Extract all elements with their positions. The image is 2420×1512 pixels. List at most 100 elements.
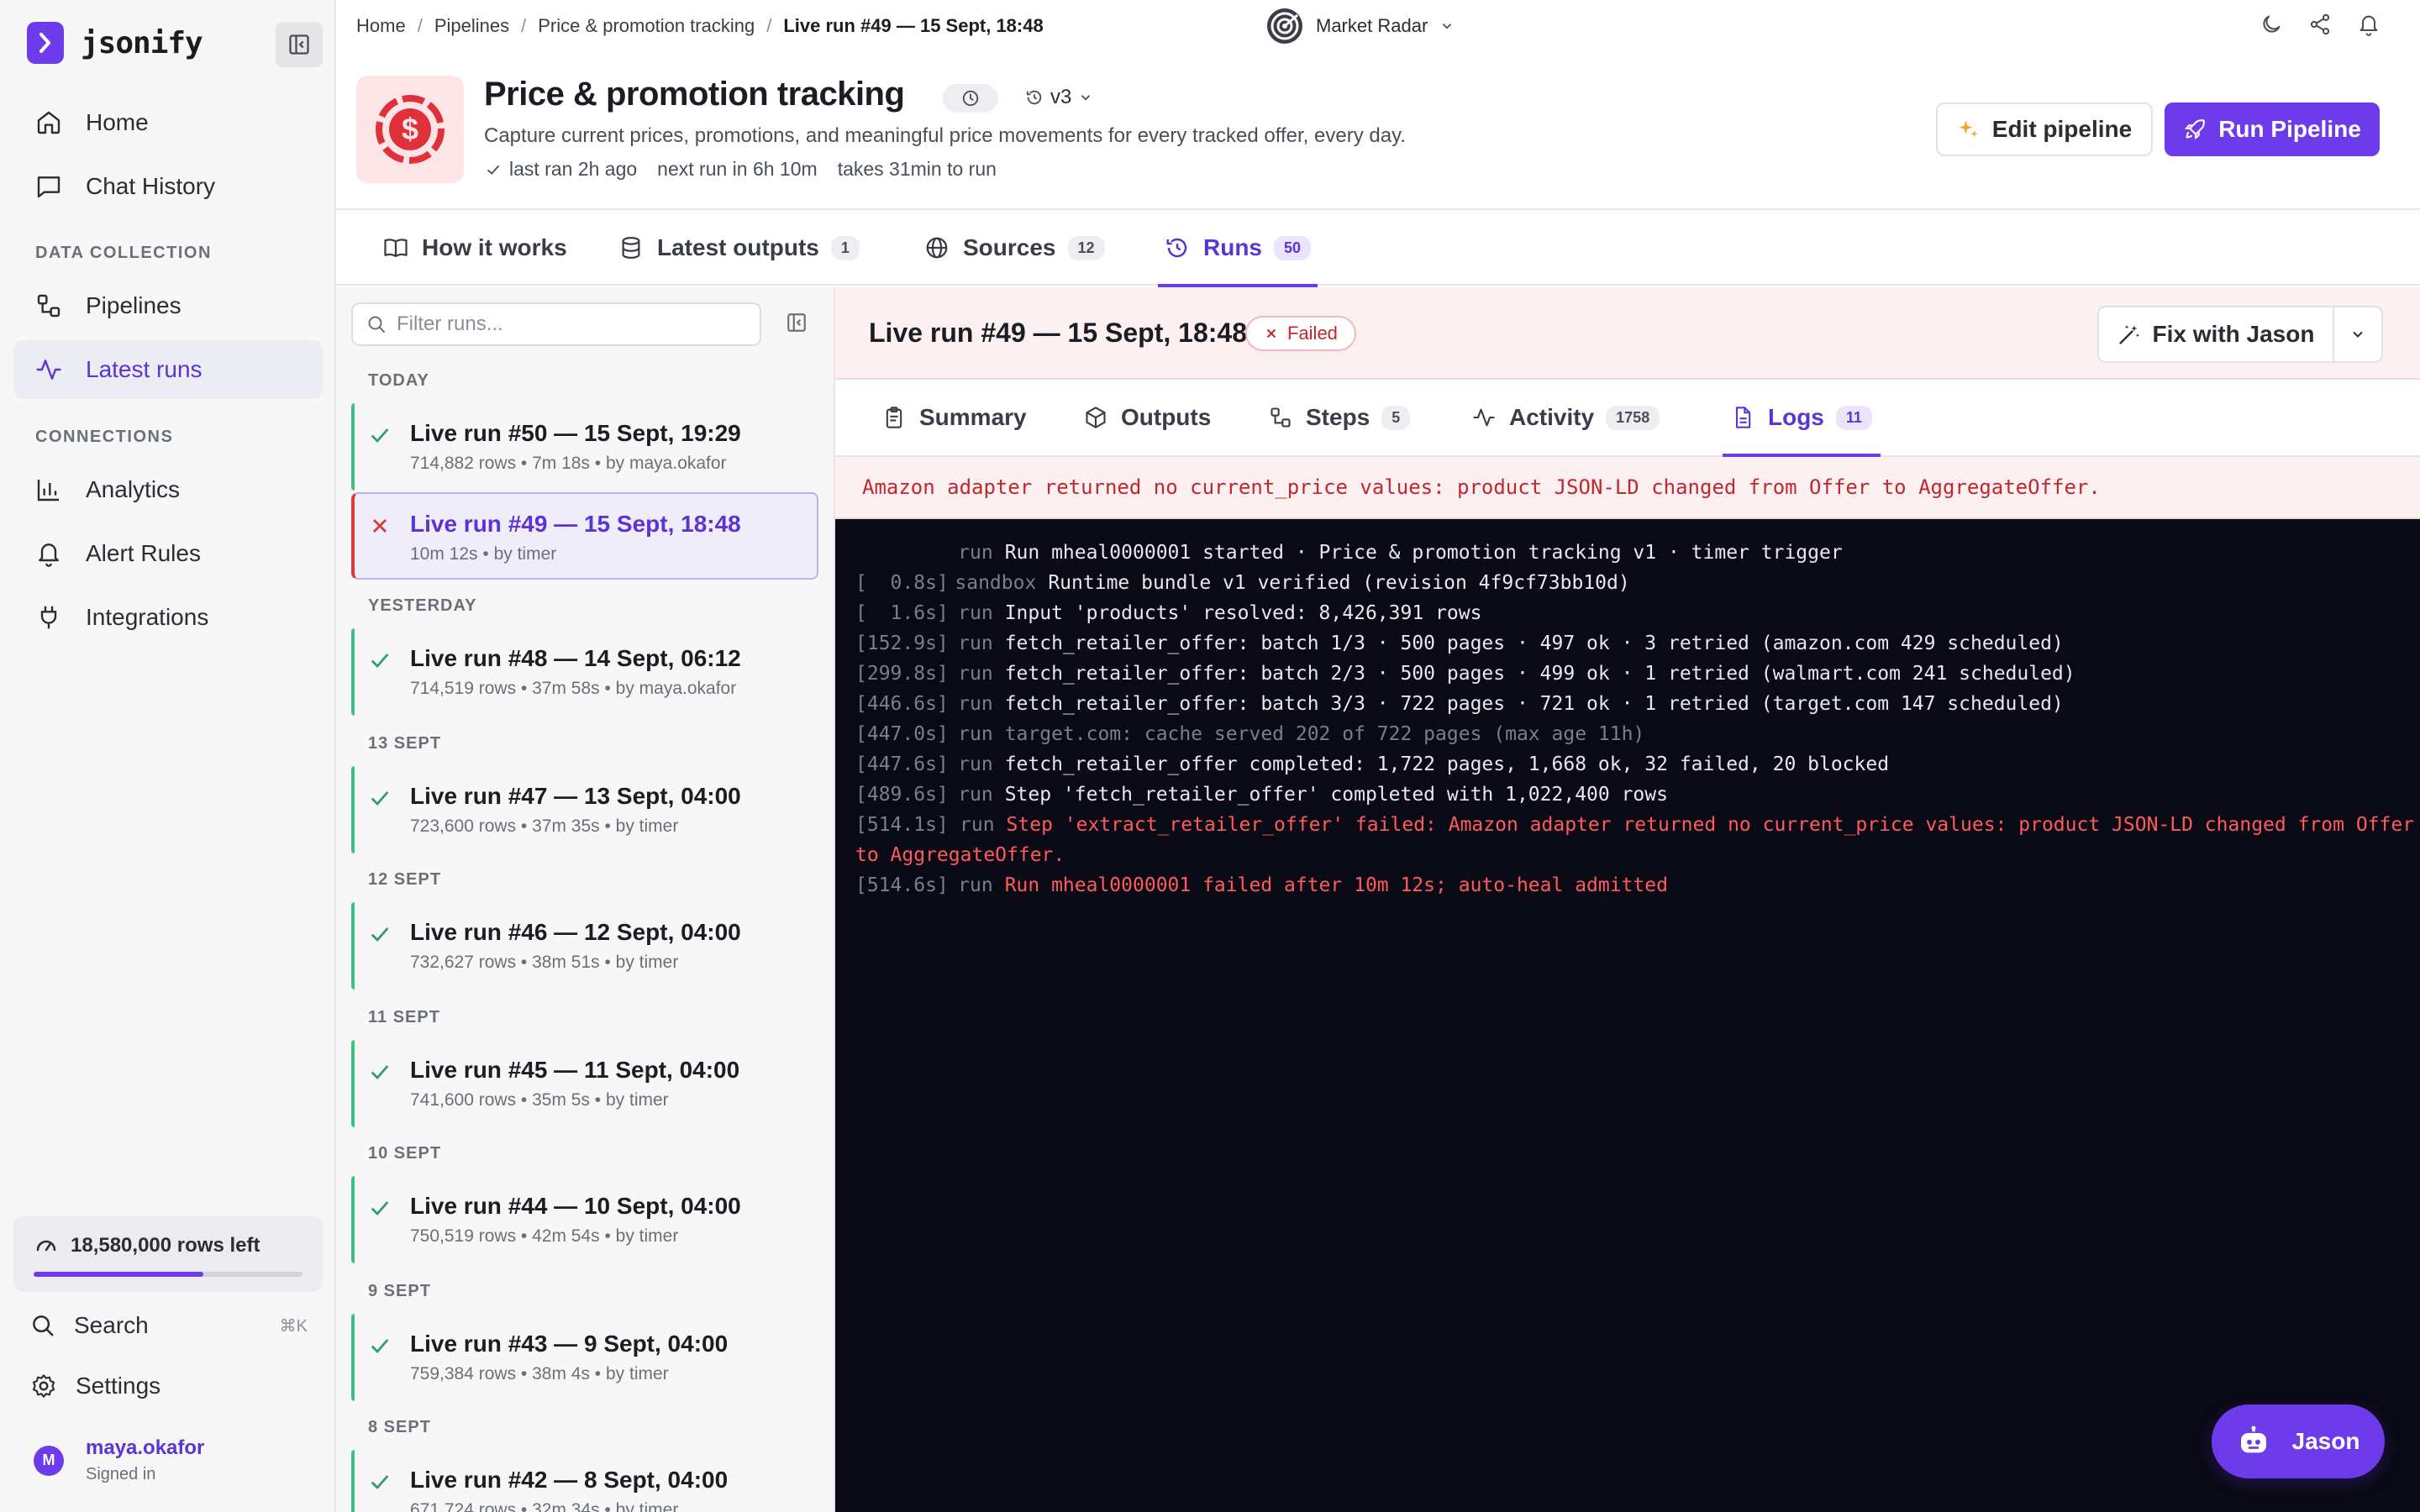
sidebar-item-analytics[interactable]: Analytics — [13, 460, 323, 519]
tab-outputs[interactable]: Outputs — [1084, 380, 1211, 455]
log-source: run — [958, 633, 993, 654]
tab-summary[interactable]: Summary — [882, 380, 1027, 455]
check-icon — [368, 1196, 392, 1220]
share-icon[interactable] — [2306, 10, 2334, 39]
collapse-sidebar-button[interactable] — [276, 22, 323, 67]
runs-group-label: YESTERDAY — [368, 596, 477, 615]
run-list-item-selected[interactable]: Live run #49 — 15 Sept, 18:48 10m 12s • … — [351, 492, 818, 580]
sidebar-search[interactable]: Search ⌘K — [30, 1309, 308, 1342]
log-output[interactable]: run Run mheal0000001 started · Price & pr… — [835, 519, 2420, 1512]
edit-pipeline-button[interactable]: Edit pipeline — [1936, 102, 2153, 156]
run-list-item[interactable]: Live run #48 — 14 Sept, 06:12 714,519 ro… — [351, 628, 818, 716]
log-source: sandbox — [955, 572, 1037, 594]
robot-icon — [2237, 1425, 2270, 1458]
user-profile[interactable]: M maya.okafor Signed in — [34, 1436, 204, 1484]
app-logo[interactable]: jsonify — [27, 22, 203, 64]
tab-activity[interactable]: Activity 1758 — [1472, 380, 1660, 455]
tab-label: Runs — [1203, 234, 1262, 260]
jason-label: Jason — [2291, 1428, 2360, 1454]
log-timestamp: [514.6s] — [855, 874, 949, 896]
book-icon — [383, 235, 408, 260]
log-line: [152.9s] run fetch_retailer_offer: batch 1… — [855, 628, 2420, 659]
sidebar-item-latest-runs[interactable]: Latest runs — [13, 340, 323, 399]
tab-sources[interactable]: Sources 12 — [924, 210, 1105, 286]
log-message: Input 'products' resolved: 8,426,391 row… — [1004, 602, 1482, 624]
run-meta: 759,384 rows • 38m 4s • by timer — [410, 1364, 669, 1383]
sidebar-item-pipelines[interactable]: Pipelines — [13, 276, 323, 335]
log-message: Step 'extract_retailer_offer' failed: Am… — [855, 814, 2415, 866]
run-pipeline-label: Run Pipeline — [2218, 116, 2361, 142]
filter-runs-field[interactable] — [351, 302, 761, 346]
log-message: Runtime bundle v1 verified (revision 4f9… — [1048, 572, 1630, 594]
sidebar-item-label: Analytics — [86, 476, 181, 502]
log-timestamp: [447.6s] — [855, 753, 949, 775]
history-icon — [1165, 235, 1190, 260]
nav-section-connections: CONNECTIONS — [35, 428, 174, 446]
run-meta: 723,600 rows • 37m 35s • by timer — [410, 816, 679, 836]
jason-assistant-button[interactable]: Jason — [2212, 1404, 2385, 1478]
run-title: Live run #49 — 15 Sept, 18:48 — [410, 511, 741, 537]
version-selector[interactable]: v3 — [1025, 86, 1093, 109]
workspace-switcher[interactable]: Market Radar — [1265, 7, 1455, 45]
moon-icon[interactable] — [2257, 10, 2286, 39]
run-list-item[interactable]: Live run #45 — 11 Sept, 04:00 741,600 ro… — [351, 1040, 818, 1127]
breadcrumb-pipelines[interactable]: Pipelines — [434, 15, 509, 37]
notification-bell-icon[interactable] — [2354, 10, 2383, 39]
log-timestamp: [514.1s] — [855, 814, 949, 836]
fix-with-jason-button[interactable]: Fix with Jason — [2097, 306, 2383, 363]
clock-icon — [962, 90, 979, 107]
log-line: [447.6s] run fetch_retailer_offer complete… — [855, 749, 2420, 780]
pipeline-tabs: How it works Latest outputs 1 Sources 12… — [336, 208, 2420, 287]
filter-runs-input[interactable] — [397, 312, 750, 336]
plug-icon — [34, 602, 64, 633]
fix-with-jason-main[interactable]: Fix with Jason — [2099, 307, 2333, 361]
tab-steps[interactable]: Steps 5 — [1269, 380, 1411, 455]
run-list-item[interactable]: Live run #43 — 9 Sept, 04:00 759,384 row… — [351, 1314, 818, 1401]
sidebar-settings[interactable]: Settings — [30, 1373, 160, 1399]
gauge-icon — [36, 1240, 56, 1252]
run-list-item[interactable]: Live run #44 — 10 Sept, 04:00 750,519 ro… — [351, 1176, 818, 1263]
run-title: Live run #50 — 15 Sept, 19:29 — [410, 420, 741, 446]
log-message: Run mheal0000001 started · Price & promo… — [1004, 542, 1843, 564]
breadcrumb-pipeline[interactable]: Price & promotion tracking — [538, 15, 755, 37]
sidebar-item-chat-history[interactable]: Chat History — [13, 157, 323, 216]
breadcrumb-current: Live run #49 — 15 Sept, 18:48 — [783, 15, 1044, 36]
history-icon — [1025, 88, 1044, 107]
fix-options-dropdown[interactable] — [2333, 307, 2381, 361]
collapse-runs-panel-button[interactable] — [783, 309, 810, 336]
runs-group-label: 10 SEPT — [368, 1144, 442, 1163]
run-title: Live run #48 — 14 Sept, 06:12 — [410, 645, 741, 671]
run-detail-header: Live run #49 — 15 Sept, 18:48 Failed Fix… — [835, 287, 2420, 380]
run-list-item[interactable]: Live run #50 — 15 Sept, 19:29 714,882 ro… — [351, 403, 818, 491]
run-list-item[interactable]: Live run #46 — 12 Sept, 04:00 732,627 ro… — [351, 902, 818, 990]
run-list-item[interactable]: Live run #42 — 8 Sept, 04:00 671,724 row… — [351, 1450, 818, 1512]
x-icon — [1264, 326, 1279, 341]
log-source: run — [958, 784, 993, 806]
pipeline-description: Capture current prices, promotions, and … — [484, 124, 1406, 147]
pipeline-dollar-icon: $ — [356, 76, 464, 183]
user-status: Signed in — [86, 1465, 156, 1483]
tab-latest-outputs[interactable]: Latest outputs 1 — [618, 210, 860, 286]
tab-logs[interactable]: Logs 11 — [1723, 380, 1881, 457]
log-timestamp: [152.9s] — [855, 633, 949, 654]
sidebar-item-integrations[interactable]: Integrations — [13, 588, 323, 647]
sidebar-item-home[interactable]: Home — [13, 93, 323, 152]
breadcrumb-home[interactable]: Home — [356, 15, 406, 37]
file-text-icon — [1731, 406, 1754, 429]
gear-icon — [30, 1373, 57, 1399]
run-pipeline-button[interactable]: Run Pipeline — [2165, 102, 2380, 156]
settings-label: Settings — [76, 1373, 161, 1399]
tab-label: Activity — [1509, 404, 1595, 430]
user-name: maya.okafor — [86, 1436, 205, 1459]
radar-icon — [1265, 7, 1304, 45]
log-line-error: [514.6s] run Run mheal0000001 failed after… — [855, 870, 2420, 900]
rocket-icon — [2183, 118, 2207, 141]
sidebar-item-alert-rules[interactable]: Alert Rules — [13, 524, 323, 583]
runs-group-label: 11 SEPT — [368, 1008, 440, 1026]
schedule-button[interactable] — [943, 84, 998, 113]
run-list-item[interactable]: Live run #47 — 13 Sept, 04:00 723,600 ro… — [351, 766, 818, 853]
tab-how-it-works[interactable]: How it works — [383, 210, 567, 286]
tab-runs[interactable]: Runs 50 — [1157, 210, 1318, 287]
check-icon — [368, 648, 392, 672]
run-meta: 750,519 rows • 42m 54s • by timer — [410, 1226, 679, 1246]
